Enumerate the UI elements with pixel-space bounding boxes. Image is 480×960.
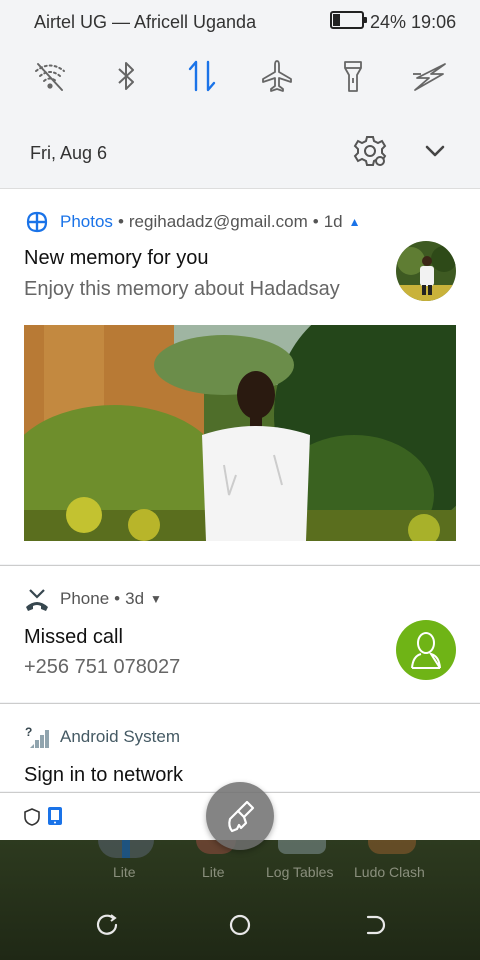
carrier-label: Airtel UG — Africell Uganda bbox=[34, 12, 257, 32]
app-icon[interactable] bbox=[278, 840, 326, 854]
expand-caret-icon[interactable]: ▼ bbox=[150, 592, 162, 606]
notification-title: Sign in to network bbox=[24, 764, 183, 786]
app-name: Photos bbox=[60, 212, 113, 231]
app-icon[interactable] bbox=[98, 840, 154, 858]
broom-icon bbox=[228, 800, 255, 833]
home-icon[interactable] bbox=[227, 912, 253, 938]
bluetooth-icon[interactable] bbox=[106, 56, 146, 96]
notification-header: ? Android System bbox=[24, 724, 180, 750]
memory-thumbnail bbox=[396, 241, 456, 301]
shield-icon bbox=[24, 808, 40, 826]
navigation-bar bbox=[0, 888, 480, 960]
recents-icon[interactable] bbox=[94, 912, 120, 938]
photos-pinwheel-icon bbox=[26, 211, 48, 233]
notification-title: New memory for you bbox=[24, 247, 209, 269]
notification-text: Enjoy this memory about Hadadsay bbox=[24, 278, 340, 300]
mobile-data-icon[interactable] bbox=[182, 56, 222, 96]
power-saver-icon[interactable] bbox=[409, 56, 449, 96]
phone-device-icon bbox=[48, 807, 62, 825]
notification-header: Photos • regihadadz@gmail.com • 1d ▲ bbox=[24, 209, 361, 235]
no-signal-icon: ? bbox=[25, 725, 49, 748]
memory-photo[interactable] bbox=[24, 325, 456, 541]
notification-photos[interactable]: Photos • regihadadz@gmail.com • 1d ▲ New… bbox=[0, 188, 480, 564]
app-label: Ludo Clash bbox=[354, 864, 425, 880]
caller-number: +256 751 078027 bbox=[24, 656, 181, 678]
app-label: Lite bbox=[202, 864, 225, 880]
svg-text:?: ? bbox=[25, 725, 32, 739]
flashlight-icon[interactable] bbox=[333, 56, 373, 96]
person-icon bbox=[411, 632, 441, 669]
clear-all-broom-button[interactable] bbox=[206, 782, 274, 850]
notification-age: 3d bbox=[125, 589, 145, 608]
back-icon[interactable] bbox=[360, 912, 386, 938]
collapse-caret-icon[interactable]: ▲ bbox=[349, 215, 361, 229]
settings-gear-icon[interactable] bbox=[352, 133, 388, 169]
notification-phone[interactable]: Phone • 3d ▼ Missed call +256 751 078027 bbox=[0, 565, 480, 702]
missed-call-icon bbox=[26, 589, 48, 611]
contact-avatar bbox=[396, 620, 456, 680]
notification-shade: Airtel UG — Africell Uganda 24% 19:06 Fr… bbox=[0, 0, 480, 840]
notification-age: 1d bbox=[323, 212, 343, 231]
wifi-off-icon[interactable] bbox=[30, 56, 70, 96]
battery-time-label: 24% 19:06 bbox=[370, 12, 457, 32]
app-label: Lite bbox=[113, 864, 136, 880]
app-icon[interactable] bbox=[368, 840, 416, 854]
app-name: Phone bbox=[60, 589, 110, 608]
date-label: Fri, Aug 6 bbox=[30, 143, 108, 163]
app-label: Log Tables bbox=[266, 864, 334, 880]
notification-title: Missed call bbox=[24, 626, 123, 648]
app-name: Android System bbox=[60, 727, 180, 746]
account-email: regihadadz@gmail.com bbox=[128, 212, 308, 231]
quick-settings-row bbox=[0, 52, 480, 98]
collapse-chevron-icon[interactable] bbox=[420, 136, 450, 166]
status-bar: Airtel UG — Africell Uganda 24% 19:06 bbox=[0, 0, 480, 44]
battery-icon bbox=[330, 11, 367, 29]
airplane-icon[interactable] bbox=[257, 56, 297, 96]
notification-header: Phone • 3d ▼ bbox=[24, 586, 162, 612]
notification-android-system[interactable]: ? Android System Sign in to network bbox=[0, 703, 480, 791]
